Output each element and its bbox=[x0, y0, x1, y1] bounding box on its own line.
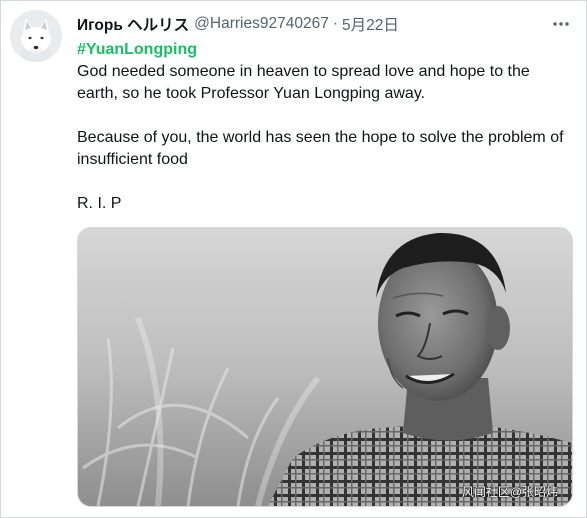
hashtag-link[interactable]: #YuanLongping bbox=[77, 39, 575, 61]
more-horizontal-icon bbox=[553, 22, 569, 26]
tweet-photo[interactable]: 风闻社区@张昭炜 bbox=[77, 227, 573, 507]
user-handle[interactable]: @Harries92740267 bbox=[194, 15, 329, 33]
tweet-text: #YuanLongping God needed someone in heav… bbox=[77, 39, 575, 215]
tweet-date[interactable]: 5月22日 bbox=[342, 13, 399, 35]
tweet-paragraph-2: Because of you, the world has seen the h… bbox=[77, 129, 564, 168]
more-options-button[interactable] bbox=[550, 13, 572, 35]
wolf-avatar-image bbox=[10, 10, 62, 62]
tweet-paragraph-1: God needed someone in heaven to spread l… bbox=[77, 63, 530, 102]
tweet-card[interactable]: Игорь ヘルリス @Harries92740267 · 5月22日 #Yua… bbox=[0, 0, 587, 518]
portrait-photo bbox=[78, 228, 572, 506]
tweet-header: Игорь ヘルリス @Harries92740267 · 5月22日 bbox=[77, 13, 399, 35]
tweet-paragraph-3: R. I. P bbox=[77, 195, 122, 212]
photo-watermark: 风闻社区@张昭炜 bbox=[461, 485, 558, 499]
avatar[interactable] bbox=[10, 10, 62, 62]
separator-dot: · bbox=[332, 15, 338, 32]
display-name[interactable]: Игорь ヘルリス bbox=[77, 13, 189, 35]
